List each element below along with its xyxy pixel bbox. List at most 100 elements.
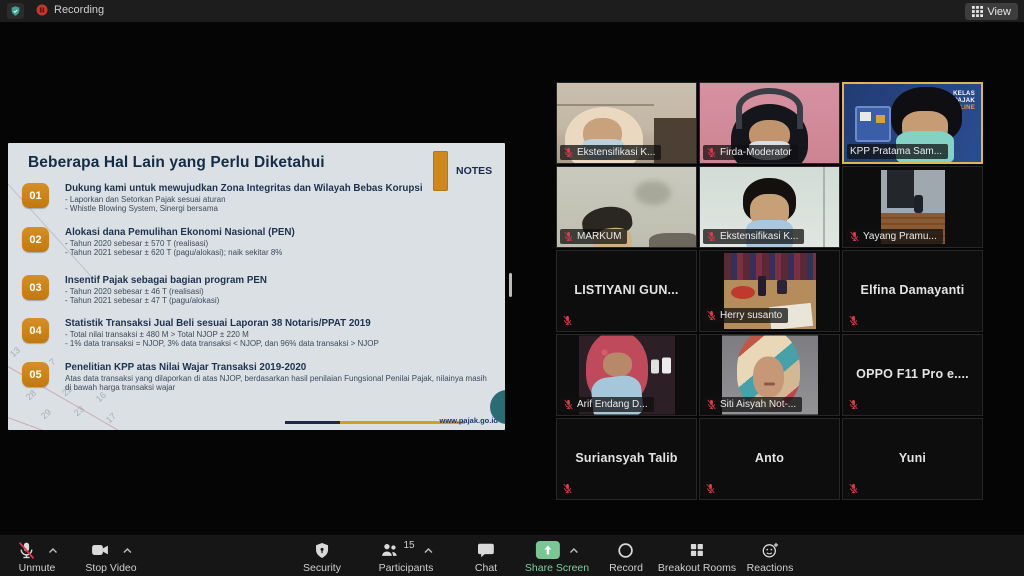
muted-mic-icon <box>849 231 860 242</box>
unmute-button[interactable]: Unmute <box>16 539 58 574</box>
breakout-rooms-icon <box>688 541 706 559</box>
share-options-chevron[interactable] <box>569 547 579 554</box>
notes-label: NOTES <box>456 165 492 177</box>
participant-tile-suriansyah[interactable]: Suriansyah Talib <box>556 418 697 500</box>
record-button[interactable]: Record <box>609 539 643 574</box>
recording-label: Recording <box>54 4 104 16</box>
participant-tile-elfina[interactable]: Elfina Damayanti <box>842 250 983 332</box>
share-screen-button[interactable]: Share Screen <box>525 539 589 574</box>
slide-item-3: 03 Insentif Pajak sebagai bagian program… <box>22 275 487 306</box>
slide-item-4: 04 Statistik Transaksi Jual Beli sesuai … <box>22 318 487 349</box>
slide-item-1: 01 Dukung kami untuk mewujudkan Zona Int… <box>22 183 487 214</box>
participant-name-tag: Yayang Pramu... <box>846 229 943 244</box>
participant-tile-listiyani[interactable]: LISTIYANI GUN... <box>556 250 697 332</box>
participant-tile-ekstensifikasi-2[interactable]: Ekstensifikasi K... <box>699 166 840 248</box>
meeting-top-bar: Recording View <box>0 0 1024 22</box>
chat-button[interactable]: Chat <box>475 539 497 574</box>
item-line: - Tahun 2021 sebesar ± 47 T (pagu/alokas… <box>65 296 267 306</box>
participant-name: OPPO F11 Pro e.... <box>843 367 982 381</box>
participant-tile-anto[interactable]: Anto <box>699 418 840 500</box>
participant-name-tag: Arif Endang D... <box>560 397 654 412</box>
item-line: - Laporkan dan Setorkan Pajak sesuai atu… <box>65 195 423 205</box>
record-label: Record <box>609 562 643 574</box>
reactions-button[interactable]: Reactions <box>747 539 794 574</box>
bottle <box>651 359 659 373</box>
breakout-rooms-button[interactable]: Breakout Rooms <box>658 539 736 574</box>
participant-name: MARKUM <box>577 231 621 242</box>
participant-name-tag: Ekstensifikasi K... <box>560 145 661 160</box>
view-button[interactable]: View <box>965 3 1018 20</box>
person-smile <box>764 383 776 386</box>
stamp <box>777 280 787 294</box>
poster-shape <box>876 115 886 123</box>
participant-name: Herry susanto <box>720 310 782 321</box>
item-number-badge: 03 <box>22 275 49 300</box>
slide-decor-number: 23 <box>72 404 86 418</box>
muted-mic-icon <box>562 315 573 326</box>
grid-view-icon <box>972 6 983 17</box>
meeting-toolbar: Unmute Stop Video Security 15 Participan… <box>0 534 1024 576</box>
participant-name: Elfina Damayanti <box>843 283 982 297</box>
slide-footer-bar-navy <box>285 421 340 424</box>
encryption-shield-icon[interactable] <box>7 3 24 19</box>
participant-tile-firda-moderator[interactable]: Firda-Moderator <box>699 82 840 164</box>
participants-options-chevron[interactable] <box>424 547 434 554</box>
participant-name-tag: Siti Aisyah Not-... <box>703 397 802 412</box>
item-heading: Dukung kami untuk mewujudkan Zona Integr… <box>65 183 423 195</box>
muted-mic-icon <box>705 483 716 494</box>
item-number-badge: 04 <box>22 318 49 343</box>
participant-tile-kpp-pratama[interactable]: KELAS PAJAK ONLINE KPP Pratama Sam... <box>842 82 983 164</box>
slide-item-5: 05 Penelitian KPP atas Nilai Wajar Trans… <box>22 362 487 393</box>
decor-shape <box>887 170 914 208</box>
slide-footer-url: www.pajak.go.id <box>440 416 498 425</box>
item-heading: Penelitian KPP atas Nilai Wajar Transaks… <box>65 362 487 374</box>
participant-tile-ekstensifikasi-1[interactable]: Ekstensifikasi K... <box>556 82 697 164</box>
participant-name: Anto <box>700 451 839 465</box>
participant-name: LISTIYANI GUN... <box>557 283 696 297</box>
mic-muted-icon <box>16 540 37 561</box>
reactions-icon <box>759 540 780 560</box>
stop-video-button[interactable]: Stop Video <box>85 539 136 574</box>
item-line: Atas data transaksi yang dilaporkan di a… <box>65 374 487 394</box>
participant-name-tag: Firda-Moderator <box>703 145 798 160</box>
slide-decor-line <box>8 405 162 430</box>
participant-tile-yuni[interactable]: Yuni <box>842 418 983 500</box>
participants-button[interactable]: 15 Participants <box>378 539 433 574</box>
participant-name: Yuni <box>843 451 982 465</box>
participant-name: Suriansyah Talib <box>557 451 696 465</box>
security-button[interactable]: Security <box>303 539 341 574</box>
participant-tile-siti-aisyah[interactable]: Siti Aisyah Not-... <box>699 334 840 416</box>
muted-mic-icon <box>706 231 717 242</box>
participant-tile-arif-endang[interactable]: Arif Endang D... <box>556 334 697 416</box>
reactions-label: Reactions <box>747 562 794 574</box>
participant-name: Arif Endang D... <box>577 399 648 410</box>
recording-indicator[interactable]: Recording <box>36 4 104 16</box>
video-options-chevron[interactable] <box>123 547 133 554</box>
participant-name-tag: Herry susanto <box>703 308 788 323</box>
participant-name: Ekstensifikasi K... <box>577 147 655 158</box>
scrollbar-thumb[interactable] <box>509 273 512 297</box>
person-face <box>753 356 784 397</box>
muted-mic-icon <box>563 399 574 410</box>
item-line: - Total nilai transaksi ± 480 M > Total … <box>65 330 379 340</box>
unmute-label: Unmute <box>19 562 56 574</box>
unmute-options-chevron[interactable] <box>48 547 58 554</box>
participants-icon <box>378 540 400 560</box>
slide-item-2: 02 Alokasi dana Pemulihan Ekonomi Nasion… <box>22 227 487 258</box>
muted-mic-icon <box>562 483 573 494</box>
item-heading: Insentif Pajak sebagai bagian program PE… <box>65 275 267 287</box>
participant-tile-oppo[interactable]: OPPO F11 Pro e.... <box>842 334 983 416</box>
participant-tile-markum[interactable]: MARKUM <box>556 166 697 248</box>
participant-name: KPP Pratama Sam... <box>850 146 942 157</box>
share-screen-label: Share Screen <box>525 562 589 574</box>
chat-icon <box>476 541 496 560</box>
participant-tile-yayang[interactable]: Yayang Pramu... <box>842 166 983 248</box>
slide-decor-number: 13 <box>8 345 22 359</box>
security-shield-icon <box>313 541 331 560</box>
muted-mic-icon <box>563 231 574 242</box>
breakout-rooms-label: Breakout Rooms <box>658 562 736 574</box>
participant-tile-herry[interactable]: Herry susanto <box>699 250 840 332</box>
shared-screen-slide[interactable]: 13 7 28 22 16 29 23 17 Beberapa Hal Lain… <box>8 143 505 430</box>
decor-shape <box>557 104 654 106</box>
muted-mic-icon <box>848 399 859 410</box>
